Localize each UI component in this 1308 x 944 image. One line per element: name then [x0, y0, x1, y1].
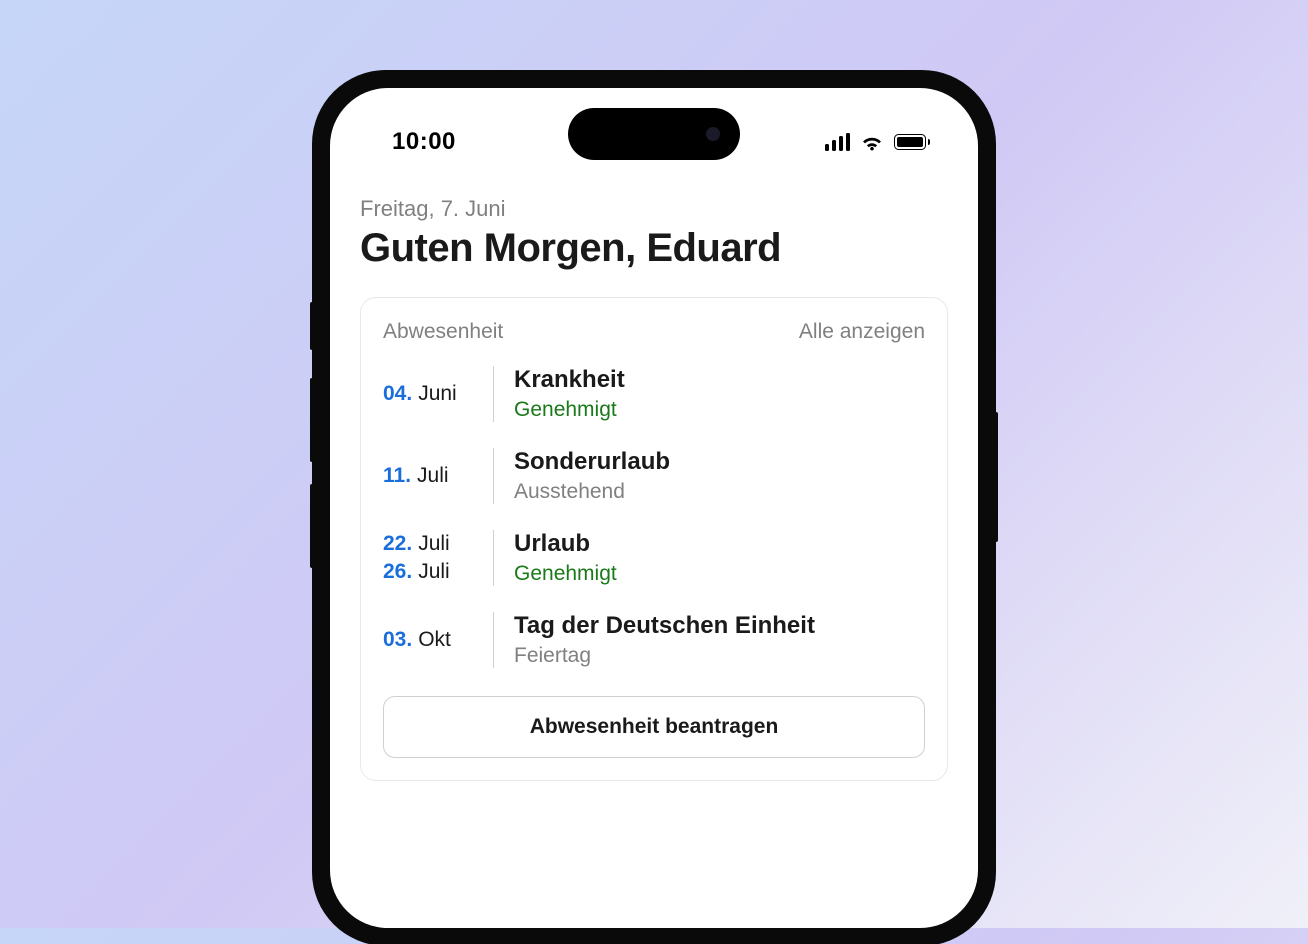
- absence-date: 26.Juli: [383, 560, 493, 584]
- absence-date-day: 22.: [383, 532, 412, 556]
- absence-status: Ausstehend: [514, 480, 670, 504]
- absence-status: Genehmigt: [514, 562, 617, 586]
- absence-date: 11.Juli: [383, 464, 493, 488]
- absence-row[interactable]: 22.Juli26.JuliUrlaubGenehmigt: [383, 530, 925, 586]
- absence-date-month: Juni: [418, 382, 457, 406]
- absence-date: 03.Okt: [383, 628, 493, 652]
- battery-icon: [894, 134, 930, 150]
- dynamic-island: [568, 108, 740, 160]
- vertical-divider: [493, 366, 494, 422]
- current-date: Freitag, 7. Juni: [360, 196, 948, 222]
- absence-status: Genehmigt: [514, 398, 625, 422]
- absence-status: Feiertag: [514, 644, 815, 668]
- absence-type: Urlaub: [514, 530, 617, 558]
- absence-row[interactable]: 11.Juli Sonderurlaub Ausstehend: [383, 448, 925, 504]
- absence-date-month: Juli: [418, 532, 450, 556]
- absence-info-column: Krankheit Genehmigt: [514, 366, 625, 422]
- absence-date-month: Okt: [418, 628, 451, 652]
- absence-type: Sonderurlaub: [514, 448, 670, 476]
- absence-date-column: 22.Juli26.Juli: [383, 530, 493, 586]
- main-content: Freitag, 7. Juni Guten Morgen, Eduard Ab…: [330, 168, 978, 781]
- phone-power-button: [994, 412, 998, 542]
- absence-date-day: 03.: [383, 628, 412, 652]
- vertical-divider: [493, 612, 494, 668]
- cellular-signal-icon: [825, 133, 851, 151]
- absence-info-column: Sonderurlaub Ausstehend: [514, 448, 670, 504]
- vertical-divider: [493, 530, 494, 586]
- absence-date-day: 26.: [383, 560, 412, 584]
- absence-type: Krankheit: [514, 366, 625, 394]
- absence-card: Abwesenheit Alle anzeigen 04.Juni Krankhe…: [360, 297, 948, 781]
- phone-silence-switch: [310, 302, 314, 350]
- wifi-icon: [860, 132, 884, 152]
- phone-screen: 10:00 Freitag, 7.: [330, 88, 978, 928]
- status-icons: [825, 132, 931, 152]
- absence-info-column: Urlaub Genehmigt: [514, 530, 617, 586]
- show-all-link[interactable]: Alle anzeigen: [799, 320, 925, 344]
- absence-date: 22.Juli: [383, 532, 493, 556]
- absence-date-month: Juli: [418, 560, 450, 584]
- absence-date: 04.Juni: [383, 382, 493, 406]
- request-absence-button[interactable]: Abwesenheit beantragen: [383, 696, 925, 758]
- absence-type: Tag der Deutschen Einheit: [514, 612, 815, 640]
- phone-volume-up: [310, 378, 314, 462]
- absence-date-month: Juli: [417, 464, 449, 488]
- absence-date-column: 04.Juni: [383, 366, 493, 422]
- absence-date-column: 11.Juli: [383, 448, 493, 504]
- absence-row[interactable]: 04.Juni Krankheit Genehmigt: [383, 366, 925, 422]
- absence-date-day: 11.: [383, 464, 411, 488]
- absence-card-title: Abwesenheit: [383, 320, 503, 344]
- phone-volume-down: [310, 484, 314, 568]
- vertical-divider: [493, 448, 494, 504]
- absence-card-header: Abwesenheit Alle anzeigen: [383, 320, 925, 344]
- status-time: 10:00: [392, 128, 456, 156]
- absence-row[interactable]: 03.Okt Tag der Deutschen Einheit Feiertag: [383, 612, 925, 668]
- absence-list: 04.JuniKrankheitGenehmigt11.JuliSonderur…: [383, 366, 925, 668]
- greeting-heading: Guten Morgen, Eduard: [360, 226, 948, 271]
- phone-frame: 10:00 Freitag, 7.: [314, 72, 994, 944]
- absence-date-day: 04.: [383, 382, 412, 406]
- absence-info-column: Tag der Deutschen Einheit Feiertag: [514, 612, 815, 668]
- absence-date-column: 03.Okt: [383, 612, 493, 668]
